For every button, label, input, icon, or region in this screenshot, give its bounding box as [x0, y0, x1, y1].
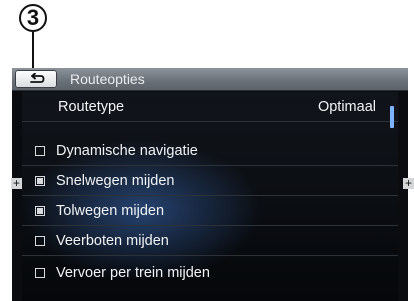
- checkbox-checked[interactable]: [35, 175, 45, 186]
- route-type-value: Optimaal: [317, 98, 376, 115]
- options-list: Routetype Optimaal Dynamische navigatie …: [22, 92, 398, 301]
- scrollbar-thumb[interactable]: [390, 106, 394, 128]
- option-row-avoid-highways[interactable]: Snelwegen mijden: [22, 166, 398, 196]
- checkbox[interactable]: [35, 145, 45, 156]
- back-arrow-icon: [30, 73, 45, 83]
- title-bar: Routeopties: [12, 68, 408, 91]
- back-button[interactable]: [15, 70, 57, 88]
- page-title: Routeopties: [70, 71, 145, 87]
- checkbox-checked[interactable]: [35, 205, 45, 216]
- option-label: Tolwegen mijden: [56, 202, 165, 219]
- option-row-avoid-car-trains[interactable]: Vervoer per trein mijden: [22, 258, 398, 288]
- checkbox[interactable]: [35, 235, 45, 246]
- option-label: Vervoer per trein mijden: [56, 265, 210, 281]
- option-label: Veerboten mijden: [56, 232, 169, 249]
- route-type-row[interactable]: Routetype Optimaal: [22, 92, 398, 122]
- option-row-dynamic-navigation[interactable]: Dynamische navigatie: [22, 136, 398, 166]
- callout-number: 3: [19, 4, 47, 32]
- option-label: Dynamische navigatie: [56, 142, 198, 159]
- scroll-right-plus-icon[interactable]: +: [403, 177, 414, 189]
- option-row-avoid-tolls[interactable]: Tolwegen mijden: [22, 196, 398, 226]
- scroll-left-plus-icon[interactable]: +: [11, 177, 22, 189]
- checkbox[interactable]: [35, 268, 45, 278]
- option-label: Snelwegen mijden: [56, 172, 175, 189]
- option-row-avoid-ferries[interactable]: Veerboten mijden: [22, 226, 398, 256]
- route-type-label: Routetype: [58, 98, 125, 115]
- route-options-screen: Routeopties Routetype Optimaal Dynamisch…: [12, 68, 408, 301]
- callout-line: [32, 32, 34, 72]
